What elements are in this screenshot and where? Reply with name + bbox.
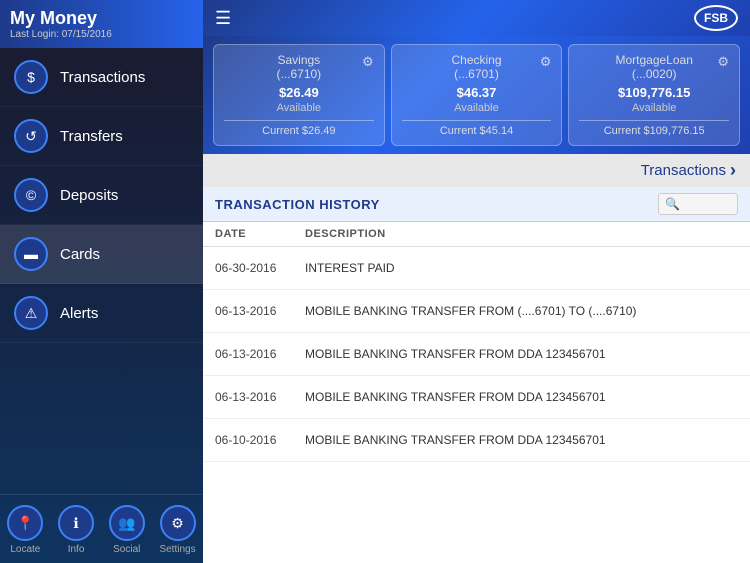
transfers-icon: ↺ xyxy=(14,119,48,153)
card-type-0: Savings xyxy=(261,53,336,67)
sidebar-title: My Money xyxy=(10,8,193,29)
transaction-rows: 06-30-2016 INTEREST PAID 06-13-2016 MOBI… xyxy=(203,247,750,462)
top-bar: ☰ FSB xyxy=(203,0,750,36)
card-available-0: Available xyxy=(224,102,374,114)
sidebar-last-login: Last Login: 07/15/2016 xyxy=(10,29,193,40)
sidebar-item-transactions[interactable]: $ Transactions xyxy=(0,48,203,107)
col-header-date: DATE xyxy=(215,228,305,240)
sidebar-bottom: 📍 Locate ℹ Info 👥 Social ⚙ Settings xyxy=(0,494,203,563)
sidebar: My Money Last Login: 07/15/2016 $ Transa… xyxy=(0,0,203,563)
sidebar-item-label-alerts: Alerts xyxy=(60,305,98,322)
sidebar-item-label-transactions: Transactions xyxy=(60,69,145,86)
tx-date-4: 06-10-2016 xyxy=(215,433,305,447)
deposits-icon: © xyxy=(14,178,48,212)
card-current-0: Current $26.49 xyxy=(224,125,374,137)
bottom-nav-label-info: Info xyxy=(68,544,85,555)
sidebar-item-alerts[interactable]: ⚠ Alerts xyxy=(0,284,203,343)
bottom-nav-label-locate: Locate xyxy=(10,544,40,555)
sidebar-item-transfers[interactable]: ↺ Transfers xyxy=(0,107,203,166)
card-number-0: (...6710) xyxy=(261,67,336,81)
tx-date-0: 06-30-2016 xyxy=(215,261,305,275)
transactions-nav: Transactions › xyxy=(203,154,750,187)
tx-date-1: 06-13-2016 xyxy=(215,304,305,318)
alerts-icon: ⚠ xyxy=(14,296,48,330)
table-row: 06-30-2016 INTEREST PAID xyxy=(203,247,750,290)
transactions-link[interactable]: Transactions › xyxy=(641,160,736,181)
info-icon: ℹ xyxy=(58,505,94,541)
card-number-1: (...6701) xyxy=(439,67,514,81)
table-col-headers: DATE DESCRIPTION xyxy=(203,222,750,247)
nav-items: $ Transactions ↺ Transfers © Deposits ▬ … xyxy=(0,48,203,343)
account-card-2: MortgageLoan (...0020) ⚙ $109,776.15 Ava… xyxy=(568,44,740,146)
sidebar-header: My Money Last Login: 07/15/2016 xyxy=(0,0,203,48)
bottom-nav-social[interactable]: 👥 Social xyxy=(109,505,145,555)
tx-desc-3: MOBILE BANKING TRANSFER FROM DDA 1234567… xyxy=(305,390,738,404)
tx-desc-1: MOBILE BANKING TRANSFER FROM (....6701) … xyxy=(305,304,738,318)
chevron-right-icon: › xyxy=(730,160,736,181)
card-divider-0 xyxy=(224,120,374,121)
sidebar-item-label-deposits: Deposits xyxy=(60,187,118,204)
tx-desc-0: INTEREST PAID xyxy=(305,261,738,275)
bottom-nav-label-social: Social xyxy=(113,544,140,555)
card-amount-0: $26.49 xyxy=(224,85,374,100)
bottom-nav-label-settings: Settings xyxy=(159,544,195,555)
table-row: 06-13-2016 MOBILE BANKING TRANSFER FROM … xyxy=(203,290,750,333)
card-type-1: Checking xyxy=(439,53,514,67)
transactions-icon: $ xyxy=(14,60,48,94)
bottom-nav-locate[interactable]: 📍 Locate xyxy=(7,505,43,555)
transactions-nav-label: Transactions xyxy=(641,162,726,179)
card-available-2: Available xyxy=(579,102,729,114)
tx-date-2: 06-13-2016 xyxy=(215,347,305,361)
card-gear-icon-0[interactable]: ⚙ xyxy=(362,54,374,69)
card-header-2: MortgageLoan (...0020) ⚙ xyxy=(579,53,729,81)
bottom-nav-info[interactable]: ℹ Info xyxy=(58,505,94,555)
social-icon: 👥 xyxy=(109,505,145,541)
tx-date-3: 06-13-2016 xyxy=(215,390,305,404)
card-available-1: Available xyxy=(402,102,552,114)
col-header-description: DESCRIPTION xyxy=(305,228,738,240)
card-number-2: (...0020) xyxy=(615,67,692,81)
card-type-2: MortgageLoan xyxy=(615,53,692,67)
sidebar-item-label-transfers: Transfers xyxy=(60,128,123,145)
sidebar-item-deposits[interactable]: © Deposits xyxy=(0,166,203,225)
main-content: ☰ FSB Savings (...6710) ⚙ $26.49 Availab… xyxy=(203,0,750,563)
card-amount-2: $109,776.15 xyxy=(579,85,729,100)
fsb-logo: FSB xyxy=(694,5,738,31)
card-current-1: Current $45.14 xyxy=(402,125,552,137)
account-cards-row: Savings (...6710) ⚙ $26.49 Available Cur… xyxy=(203,36,750,154)
bottom-nav-settings[interactable]: ⚙ Settings xyxy=(159,505,195,555)
card-header-0: Savings (...6710) ⚙ xyxy=(224,53,374,81)
transaction-section: TRANSACTION HISTORY DATE DESCRIPTION 06-… xyxy=(203,187,750,563)
table-row: 06-13-2016 MOBILE BANKING TRANSFER FROM … xyxy=(203,376,750,419)
locate-icon: 📍 xyxy=(7,505,43,541)
card-divider-1 xyxy=(402,120,552,121)
tx-desc-4: MOBILE BANKING TRANSFER FROM DDA 1234567… xyxy=(305,433,738,447)
card-current-2: Current $109,776.15 xyxy=(579,125,729,137)
account-card-0: Savings (...6710) ⚙ $26.49 Available Cur… xyxy=(213,44,385,146)
card-gear-icon-2[interactable]: ⚙ xyxy=(717,54,729,69)
card-amount-1: $46.37 xyxy=(402,85,552,100)
sidebar-item-label-cards: Cards xyxy=(60,246,100,263)
card-header-1: Checking (...6701) ⚙ xyxy=(402,53,552,81)
transaction-header-row: TRANSACTION HISTORY xyxy=(203,187,750,222)
settings-icon: ⚙ xyxy=(160,505,196,541)
hamburger-icon[interactable]: ☰ xyxy=(215,8,231,29)
sidebar-item-cards[interactable]: ▬ Cards xyxy=(0,225,203,284)
table-row: 06-13-2016 MOBILE BANKING TRANSFER FROM … xyxy=(203,333,750,376)
card-gear-icon-1[interactable]: ⚙ xyxy=(540,54,552,69)
tx-desc-2: MOBILE BANKING TRANSFER FROM DDA 1234567… xyxy=(305,347,738,361)
transaction-history-label: TRANSACTION HISTORY xyxy=(215,197,380,212)
search-input[interactable] xyxy=(658,193,738,215)
card-divider-2 xyxy=(579,120,729,121)
table-row: 06-10-2016 MOBILE BANKING TRANSFER FROM … xyxy=(203,419,750,462)
account-card-1: Checking (...6701) ⚙ $46.37 Available Cu… xyxy=(391,44,563,146)
cards-icon: ▬ xyxy=(14,237,48,271)
